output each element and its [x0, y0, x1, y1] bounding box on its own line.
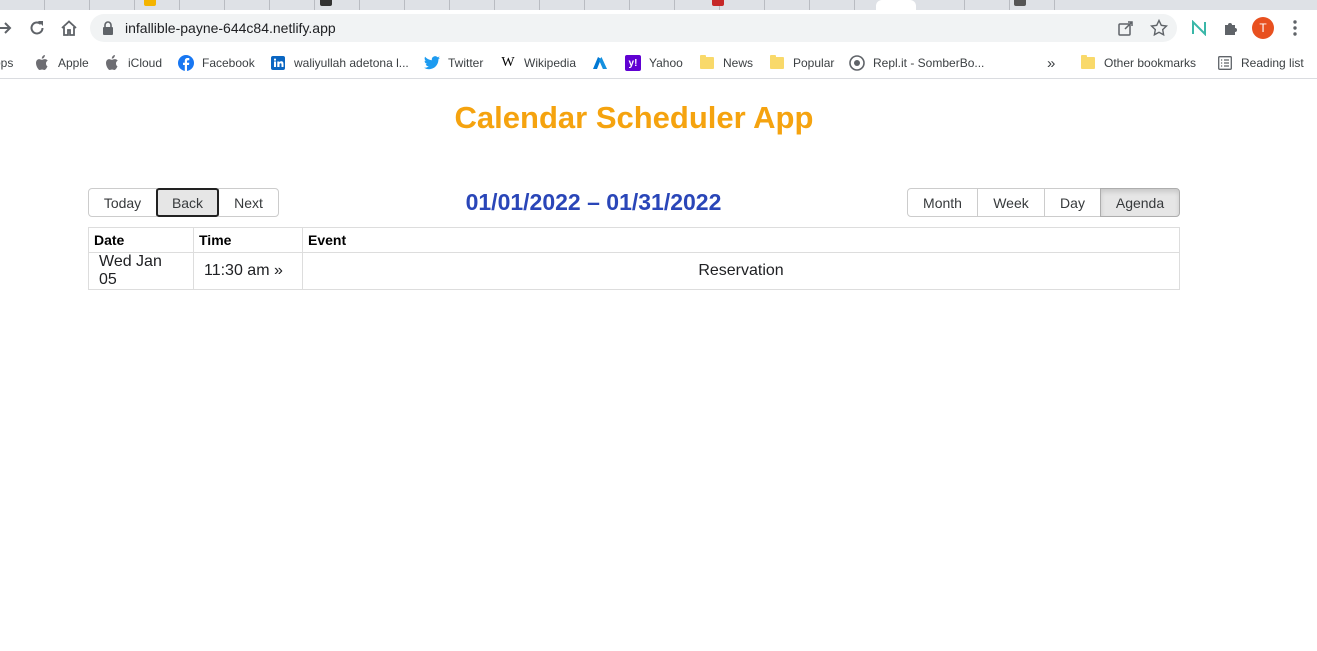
- today-button[interactable]: Today: [88, 188, 157, 217]
- agenda-event-cell[interactable]: Reservation: [302, 252, 1180, 290]
- browser-tab[interactable]: [0, 0, 45, 10]
- event-column-header: Event: [302, 227, 1180, 253]
- browser-tab[interactable]: [585, 0, 630, 10]
- browser-tab[interactable]: [765, 0, 810, 10]
- extensions-puzzle-icon[interactable]: [1220, 17, 1242, 39]
- apple-icon: [34, 55, 50, 71]
- bookmark-wikipedia[interactable]: W Wikipedia: [500, 53, 576, 73]
- reading-list-icon: [1217, 55, 1233, 71]
- agenda-time-cell: 11:30 am »: [193, 252, 303, 290]
- browser-tab[interactable]: [270, 0, 315, 10]
- browser-tab[interactable]: [225, 0, 270, 10]
- bookmarks-overflow-button[interactable]: »: [1047, 53, 1055, 73]
- azure-icon: [592, 55, 608, 71]
- share-icon[interactable]: [1117, 19, 1135, 42]
- browser-tab[interactable]: [180, 0, 225, 10]
- bookmark-label: Facebook: [202, 56, 255, 70]
- wikipedia-icon: W: [501, 55, 515, 70]
- bookmark-label: Twitter: [448, 56, 484, 70]
- bookmark-label: Repl.it - SomberBo...: [873, 56, 985, 70]
- browser-tab[interactable]: [630, 0, 675, 10]
- yahoo-icon: y!: [625, 55, 641, 71]
- agenda-table: Date Time Event Wed Jan 05 11:30 am » Re…: [88, 227, 1180, 290]
- browser-tab[interactable]: [540, 0, 585, 10]
- view-button-group: Month Week Day Agenda: [907, 188, 1180, 217]
- agenda-date-cell: Wed Jan 05: [88, 252, 194, 290]
- bookmark-apps[interactable]: ops: [0, 53, 13, 73]
- browser-tab[interactable]: [360, 0, 405, 10]
- bookmark-label: iCloud: [128, 56, 163, 70]
- bookmark-other-bookmarks[interactable]: Other bookmarks: [1080, 53, 1196, 73]
- time-column-header: Time: [193, 227, 303, 253]
- lock-icon: [102, 21, 114, 40]
- bookmark-azure[interactable]: [592, 53, 616, 73]
- folder-icon: [769, 55, 785, 71]
- url-text: infallible-payne-644c84.netlify.app: [125, 20, 336, 36]
- bookmark-label: Popular: [793, 56, 835, 70]
- bookmark-apple[interactable]: Apple: [34, 53, 89, 73]
- bookmark-twitter[interactable]: Twitter: [424, 53, 483, 73]
- address-bar[interactable]: infallible-payne-644c84.netlify.app: [90, 14, 1177, 42]
- page-title: Calendar Scheduler App: [454, 100, 814, 135]
- browser-tab[interactable]: [315, 0, 360, 10]
- browser-tab-active[interactable]: [876, 0, 916, 10]
- bookmark-folder-news[interactable]: News: [699, 53, 753, 73]
- chevron-double-right-icon: »: [1047, 54, 1056, 72]
- browser-tab[interactable]: [450, 0, 495, 10]
- browser-tab[interactable]: [90, 0, 135, 10]
- back-button[interactable]: Back: [156, 188, 219, 217]
- bookmark-label: Reading list: [1241, 56, 1304, 70]
- bookmark-replit[interactable]: Repl.it - SomberBo...: [849, 53, 984, 73]
- bookmark-folder-popular[interactable]: Popular: [769, 53, 834, 73]
- bookmark-label: Apple: [58, 56, 89, 70]
- bookmark-label: ops: [0, 56, 14, 70]
- browser-tab[interactable]: [720, 0, 765, 10]
- week-view-button[interactable]: Week: [977, 188, 1045, 217]
- browser-tab[interactable]: [920, 0, 965, 10]
- agenda-row: Wed Jan 05 11:30 am » Reservation: [88, 252, 1180, 290]
- forward-icon[interactable]: [0, 17, 16, 39]
- linkedin-icon: [270, 55, 286, 71]
- next-button[interactable]: Next: [218, 188, 279, 217]
- apple-icon: [104, 55, 120, 71]
- bookmarks-bar: ops Apple iCloud Facebook waliyullah ade…: [0, 47, 1317, 79]
- twitter-icon: [424, 55, 440, 71]
- browser-tab[interactable]: [135, 0, 180, 10]
- date-range-label: 01/01/2022 – 01/31/2022: [465, 189, 722, 215]
- bookmark-label: waliyullah adetona l...: [294, 56, 409, 70]
- extension-n-icon[interactable]: [1188, 17, 1210, 39]
- browser-tab[interactable]: [965, 0, 1010, 10]
- browser-tab[interactable]: [1010, 0, 1055, 10]
- bookmark-label: Other bookmarks: [1104, 56, 1197, 70]
- replit-icon: [849, 55, 865, 71]
- reading-list-button[interactable]: Reading list: [1217, 53, 1304, 73]
- bookmark-label: Wikipedia: [524, 56, 577, 70]
- browser-tab[interactable]: [810, 0, 855, 10]
- browser-tab[interactable]: [495, 0, 540, 10]
- profile-avatar[interactable]: T: [1252, 17, 1274, 39]
- facebook-icon: [178, 55, 194, 71]
- home-icon[interactable]: [58, 17, 80, 39]
- day-view-button[interactable]: Day: [1044, 188, 1101, 217]
- browser-tab[interactable]: [405, 0, 450, 10]
- reload-icon[interactable]: [26, 17, 48, 39]
- bookmark-label: News: [723, 56, 754, 70]
- bookmark-yahoo[interactable]: y! Yahoo: [625, 53, 683, 73]
- folder-icon: [699, 55, 715, 71]
- bookmark-label: Yahoo: [649, 56, 683, 70]
- date-column-header: Date: [88, 227, 194, 253]
- browser-tab[interactable]: [45, 0, 90, 10]
- agenda-header-row: Date Time Event: [88, 227, 1180, 253]
- month-view-button[interactable]: Month: [907, 188, 978, 217]
- tab-strip: [0, 0, 1317, 10]
- agenda-view-button[interactable]: Agenda: [1100, 188, 1180, 217]
- bookmark-linkedin[interactable]: waliyullah adetona l...: [270, 53, 409, 73]
- menu-kebab-icon[interactable]: [1284, 17, 1306, 39]
- navigation-button-group: Today Back Next: [88, 188, 279, 217]
- bookmark-icloud[interactable]: iCloud: [104, 53, 162, 73]
- bookmark-facebook[interactable]: Facebook: [178, 53, 255, 73]
- bookmark-star-icon[interactable]: [1149, 18, 1169, 42]
- folder-icon: [1080, 55, 1096, 71]
